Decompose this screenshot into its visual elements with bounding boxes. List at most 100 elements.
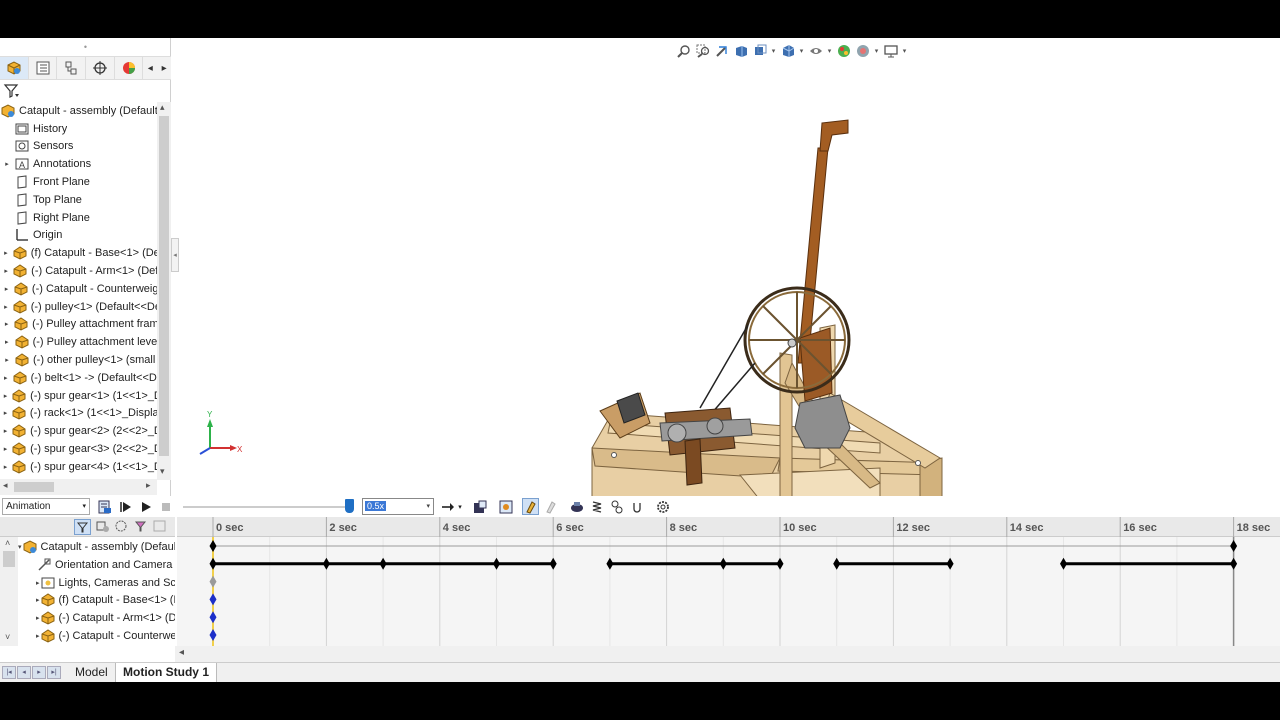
apply-scene-icon[interactable] xyxy=(854,43,871,60)
keyframe[interactable] xyxy=(209,557,217,570)
next-tab-icon[interactable]: ▸ xyxy=(32,666,46,679)
expand-arrow-icon[interactable]: ▸ xyxy=(0,463,11,471)
tabs-scroll-left-icon[interactable]: ◂ xyxy=(143,57,157,79)
scroll-left-icon[interactable]: ◂ xyxy=(3,480,8,491)
play-icon[interactable] xyxy=(137,498,154,515)
tree-horizontal-scrollbar[interactable]: ◂ ▸ xyxy=(0,479,157,495)
scroll-down-icon[interactable]: ▾ xyxy=(160,466,165,477)
tree-item[interactable]: ▸ (-) spur gear<4> (1<<1>_Display xyxy=(0,458,157,476)
scroll-up-icon[interactable]: ▴ xyxy=(160,102,165,113)
dimxpert-manager-tab-icon[interactable] xyxy=(86,57,115,79)
chevron-down-icon[interactable]: ▾ xyxy=(798,47,805,55)
filter-animated-icon[interactable] xyxy=(74,519,91,535)
collapse-all-icon[interactable] xyxy=(152,519,169,535)
calculate-icon[interactable] xyxy=(96,498,113,515)
tree-item[interactable]: History xyxy=(0,120,157,138)
scroll-right-icon[interactable]: ▸ xyxy=(146,480,151,491)
keyframe[interactable] xyxy=(833,557,841,570)
keyframe[interactable] xyxy=(322,557,330,570)
keyframe[interactable] xyxy=(1060,557,1067,570)
chevron-down-icon[interactable]: ▾ xyxy=(770,47,777,55)
display-style-icon[interactable] xyxy=(779,43,796,60)
zoom-to-fit-icon[interactable] xyxy=(675,43,692,60)
tree-item[interactable]: ▸ (-) Catapult - Counterweight xyxy=(0,280,157,298)
scroll-up-icon[interactable]: ˄ xyxy=(5,538,10,548)
motion-tree-item[interactable]: Orientation and Camera Views xyxy=(18,556,175,574)
expand-arrow-icon[interactable]: ▸ xyxy=(0,409,11,417)
tree-item[interactable]: ▸ (-) Pulley attachment frame xyxy=(0,316,157,334)
tree-item[interactable]: ▸ (-) pulley<1> (Default<<Default xyxy=(0,298,157,316)
section-view-icon[interactable] xyxy=(732,43,749,60)
property-manager-tab-icon[interactable] xyxy=(29,57,58,79)
expand-arrow-icon[interactable]: ▸ xyxy=(0,267,12,275)
keyframe[interactable] xyxy=(209,575,217,588)
keyframe[interactable] xyxy=(209,611,217,624)
playback-slider-track[interactable] xyxy=(183,506,353,508)
expand-arrow-icon[interactable]: ▸ xyxy=(0,285,13,293)
contact-icon[interactable] xyxy=(608,498,625,515)
expand-arrow-icon[interactable]: ▸ xyxy=(0,445,11,453)
keyframe[interactable] xyxy=(209,629,217,641)
expand-arrow-icon[interactable]: ▸ xyxy=(0,374,12,382)
keyframe[interactable] xyxy=(209,540,217,552)
previous-tab-icon[interactable]: ◂ xyxy=(17,666,31,679)
tree-item[interactable]: ▸ A Annotations xyxy=(0,155,157,173)
filter-selected-icon[interactable] xyxy=(114,519,131,535)
expand-arrow-icon[interactable]: ▸ xyxy=(0,338,14,346)
motion-tree-item[interactable]: ▸(f) Catapult - Base<1> (Default xyxy=(18,591,175,609)
animation-wizard-icon[interactable] xyxy=(497,498,514,515)
chevron-down-icon[interactable]: ▾ xyxy=(826,47,833,55)
chevron-down-icon[interactable]: ▾ xyxy=(455,498,465,515)
tabs-scroll-right-icon[interactable]: ▸ xyxy=(157,57,171,79)
tree-item[interactable]: Origin xyxy=(0,227,157,245)
motion-study-properties-icon[interactable] xyxy=(654,498,671,515)
tree-item[interactable]: ▸ (-) Catapult - Arm<1> (Default xyxy=(0,262,157,280)
chevron-down-icon[interactable]: ▾ xyxy=(873,47,880,55)
feature-manager-tab-icon[interactable] xyxy=(0,57,29,79)
panel-collapse-handle[interactable]: ◂ xyxy=(171,238,179,272)
tab-motion-study-1[interactable]: Motion Study 1 xyxy=(116,663,217,682)
expand-arrow-icon[interactable]: ▸ xyxy=(0,427,11,435)
zoom-to-area-icon[interactable] xyxy=(694,43,711,60)
previous-view-icon[interactable] xyxy=(713,43,730,60)
spring-icon[interactable] xyxy=(588,498,605,515)
motion-tree-item[interactable]: ▸(-) Catapult - Arm<1> (Default xyxy=(18,609,175,627)
scroll-thumb[interactable] xyxy=(3,551,15,567)
tree-item[interactable]: ▸ (-) spur gear<2> (2<<2>_Display xyxy=(0,422,157,440)
expand-arrow-icon[interactable]: ▸ xyxy=(0,160,14,168)
autokey-icon[interactable] xyxy=(522,498,539,515)
tree-item[interactable]: ▸ (-) other pulley<1> (small xyxy=(0,351,157,369)
tree-item[interactable]: Sensors xyxy=(0,138,157,156)
keyframe[interactable] xyxy=(209,593,217,606)
display-manager-tab-icon[interactable] xyxy=(115,57,144,79)
chevron-down-icon[interactable]: ▾ xyxy=(901,47,908,55)
graphics-area[interactable]: X Y xyxy=(180,63,1280,496)
tree-item[interactable]: ▸ (-) spur gear<3> (2<<2>_Display xyxy=(0,440,157,458)
tree-item[interactable]: ▸ (-) belt<1> -> (Default<<Default xyxy=(0,369,157,387)
scroll-thumb[interactable] xyxy=(14,482,54,492)
keyframe[interactable] xyxy=(1230,540,1238,552)
keyframe[interactable] xyxy=(493,557,500,570)
filter-driving-icon[interactable] xyxy=(95,519,112,535)
filter-icon[interactable] xyxy=(2,82,22,100)
edit-appearance-icon[interactable] xyxy=(835,43,852,60)
expand-arrow-icon[interactable]: ▸ xyxy=(0,356,14,364)
keyframe[interactable] xyxy=(1230,557,1238,570)
save-animation-icon[interactable] xyxy=(471,498,488,515)
gravity-icon[interactable] xyxy=(628,498,645,515)
tab-model[interactable]: Model xyxy=(68,663,116,682)
hide-show-items-icon[interactable] xyxy=(807,43,824,60)
motion-tree-root[interactable]: ▾Catapult - assembly (Default<Display St… xyxy=(18,538,175,556)
play-from-start-icon[interactable] xyxy=(117,498,134,515)
tree-item[interactable]: ▸ (-) Pulley attachment lever xyxy=(0,333,157,351)
first-tab-icon[interactable]: |◂ xyxy=(2,666,16,679)
motion-tree-item[interactable]: ▸(-) Catapult - Counterweight xyxy=(18,627,175,645)
keyframe[interactable] xyxy=(776,557,784,570)
last-tab-icon[interactable]: ▸| xyxy=(47,666,61,679)
expand-arrow-icon[interactable]: ▸ xyxy=(0,303,12,311)
tree-item[interactable]: ▸ (f) Catapult - Base<1> (Default xyxy=(0,244,157,262)
expand-arrow-icon[interactable]: ▸ xyxy=(0,249,12,257)
timeline-tracks[interactable]: 0 sec 2 sec 4 sec 6 sec 8 sec 10 sec 12 sec 14 … xyxy=(177,517,1280,646)
scroll-left-icon[interactable]: ◂ xyxy=(179,647,184,658)
scroll-down-icon[interactable]: ˅ xyxy=(5,632,10,642)
